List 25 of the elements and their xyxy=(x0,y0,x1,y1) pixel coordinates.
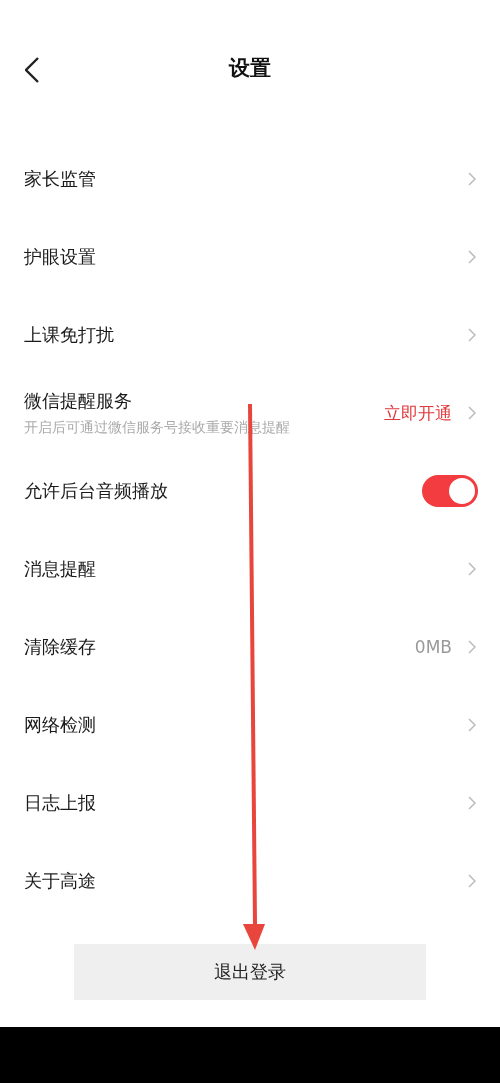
page-title: 设置 xyxy=(229,55,271,82)
activate-link[interactable]: 立即开通 xyxy=(384,401,452,425)
chevron-right-icon xyxy=(468,172,476,186)
setting-label[interactable]: 家长监管 xyxy=(24,167,468,191)
setting-label[interactable]: 允许后台音频播放 xyxy=(24,479,422,503)
setting-label[interactable]: 网络检测 xyxy=(24,713,468,737)
setting-label[interactable]: 消息提醒 xyxy=(24,557,468,581)
chevron-right-icon xyxy=(468,874,476,888)
chevron-right-icon xyxy=(468,718,476,732)
setting-label[interactable]: 上课免打扰 xyxy=(24,323,468,347)
logout-button[interactable]: 退出登录 xyxy=(74,944,426,1000)
back-icon xyxy=(25,56,39,83)
setting-label[interactable]: 关于高途 xyxy=(24,869,468,893)
chevron-right-icon xyxy=(468,250,476,264)
chevron-right-icon xyxy=(468,562,476,576)
toggle-switch[interactable] xyxy=(422,475,478,507)
setting-label[interactable]: 护眼设置 xyxy=(24,245,468,269)
setting-label[interactable]: 日志上报 xyxy=(24,791,468,815)
cache-size: 0MB xyxy=(414,637,452,657)
chevron-right-icon xyxy=(468,328,476,342)
chevron-right-icon xyxy=(468,406,476,420)
chevron-right-icon xyxy=(468,796,476,810)
setting-label[interactable]: 清除缓存 xyxy=(24,635,415,659)
chevron-right-icon xyxy=(468,640,476,654)
setting-label[interactable]: 微信提醒服务 xyxy=(24,389,384,413)
